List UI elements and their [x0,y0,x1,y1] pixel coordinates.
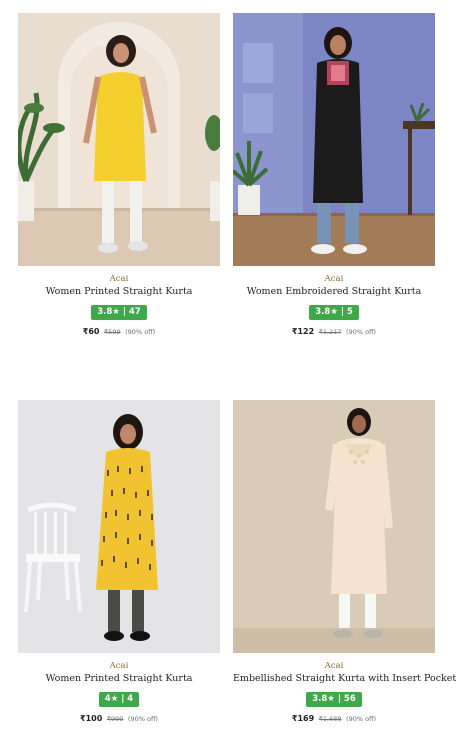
discount-label: (90% off) [346,715,377,723]
price-row: ₹122 ₹1,217 (90% off) [233,326,435,338]
price-original: ₹999 [106,715,124,723]
price-original: ₹1,688 [318,715,342,723]
discount-label: (90% off) [346,328,377,336]
product-title[interactable]: Women Embroidered Straight Kurta [233,285,435,299]
price-row: ₹169 ₹1,688 (90% off) [233,713,435,725]
brand-name: Acai [324,661,344,671]
rating-badge: 3.8★ | 56 [306,692,362,707]
discount-label: (90% off) [125,328,156,336]
product-image[interactable] [18,400,220,653]
price-row: ₹60 ₹599 (90% off) [18,326,220,338]
price-original: ₹1,217 [318,328,342,336]
brand-name: Acai [324,274,344,284]
product-title[interactable]: Women Printed Straight Kurta [18,672,220,686]
product-title[interactable]: Women Printed Straight Kurta [18,285,220,299]
product-card[interactable]: Acai Women Printed Straight Kurta 3.8★ |… [18,13,220,338]
price-current: ₹169 [291,714,315,723]
price-current: ₹60 [82,327,100,336]
product-card[interactable]: Acai Women Printed Straight Kurta 4★ | 4… [18,400,220,725]
price-current: ₹100 [80,714,103,723]
product-card[interactable]: Acai Embellished Straight Kurta with Ins… [233,400,456,725]
product-card[interactable]: Acai Women Embroidered Straight Kurta 3.… [233,13,435,338]
brand-name: Acai [109,274,129,284]
rating-badge: 3.8★ | 47 [91,305,147,320]
discount-label: (90% off) [127,715,158,723]
product-image[interactable] [18,13,220,266]
rating-badge: 4★ | 4 [98,692,140,707]
brand-name: Acai [109,661,129,671]
product-image[interactable] [233,400,435,653]
price-original: ₹599 [104,328,121,336]
price-current: ₹122 [291,327,315,336]
price-row: ₹100 ₹999 (90% off) [18,713,220,725]
product-title[interactable]: Embellished Straight Kurta with Insert P… [233,672,456,686]
product-image[interactable] [233,13,435,266]
rating-badge: 3.8★ | 5 [309,305,359,320]
